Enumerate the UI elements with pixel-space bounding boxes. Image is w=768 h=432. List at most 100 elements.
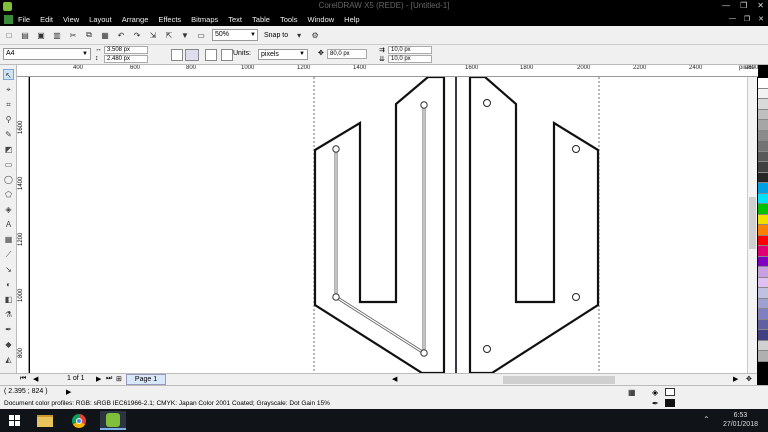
palette-swatch[interactable] [758,340,768,351]
drawing-canvas[interactable] [30,77,747,373]
palette-swatch[interactable] [758,298,768,309]
shape-tool-icon[interactable]: ⌖ [3,84,14,95]
interactive-fill-tool-icon[interactable]: ◭ [3,354,14,365]
color-profiles-text[interactable]: Document color profiles: RGB: sRGB IEC61… [4,400,330,407]
horizontal-scroll-thumb[interactable] [503,376,615,384]
smart-fill-tool-icon[interactable]: ◩ [3,144,14,155]
options-gear-icon[interactable]: ⚙ [310,30,320,40]
palette-swatch[interactable] [758,141,768,152]
palette-swatch[interactable] [758,256,768,267]
fill-color-indicator[interactable] [665,388,675,396]
crop-tool-icon[interactable]: ⌗ [3,99,14,110]
palette-swatch[interactable] [758,246,768,257]
dimension-tool-icon[interactable]: ⟋ [3,249,14,260]
polygon-tool-icon[interactable]: ⬠ [3,189,14,200]
palette-swatch[interactable] [758,78,768,89]
node-handle[interactable] [332,145,340,153]
import-icon[interactable]: ⇲ [148,30,158,40]
save-icon[interactable]: ▣ [36,30,46,40]
export-icon[interactable]: ⇱ [164,30,174,40]
palette-swatch[interactable] [758,151,768,162]
status-expand-arrow[interactable]: ▶ [66,388,71,396]
palette-swatch[interactable] [758,277,768,288]
color-palette[interactable] [758,78,768,373]
palette-swatch[interactable] [758,309,768,320]
menu-file[interactable]: File [18,15,30,24]
coreldraw-taskbar-icon[interactable] [100,411,126,430]
file-explorer-icon[interactable] [32,411,58,430]
table-tool-icon[interactable]: ▦ [3,234,14,245]
eyedropper-tool-icon[interactable]: ⚗ [3,309,14,320]
maximize-button[interactable]: ❐ [740,1,747,10]
zoom-tool-icon[interactable]: ⚲ [3,114,14,125]
menu-table[interactable]: Table [252,15,270,24]
open-icon[interactable]: ▤ [20,30,30,40]
units-select[interactable]: pixels ▼ [258,49,308,60]
paste-icon[interactable]: ▦ [100,30,110,40]
selected-path[interactable] [334,105,426,356]
menu-layout[interactable]: Layout [89,15,112,24]
minimize-button[interactable]: — [722,1,730,10]
current-page-button[interactable] [221,49,233,61]
palette-swatch[interactable] [758,351,768,362]
palette-swatch[interactable] [758,214,768,225]
landscape-button[interactable] [185,49,199,61]
text-tool-icon[interactable]: A [3,219,14,230]
connector-tool-icon[interactable]: ↘ [3,264,14,275]
outline-color-indicator[interactable] [665,399,675,407]
document-icon[interactable] [4,15,13,24]
next-page-button[interactable]: ▶ [96,375,101,383]
add-page-icon[interactable]: ⊞ [116,375,122,383]
duplicate-distance-y-field[interactable]: 10,0 px [388,55,432,63]
duplicate-distance-x-field[interactable]: 10,0 px [388,46,432,54]
palette-swatch[interactable] [758,319,768,330]
menu-window[interactable]: Window [307,15,334,24]
chevron-down-icon[interactable]: ▾ [294,30,304,40]
palette-swatch[interactable] [758,120,768,131]
snap-to-button[interactable]: Snap to [264,32,288,39]
welcome-screen-icon[interactable]: ▭ [196,30,206,40]
copy-icon[interactable]: ⧉ [84,30,94,40]
palette-swatch[interactable] [758,193,768,204]
navigator-icon[interactable]: ✥ [746,375,752,383]
redo-icon[interactable]: ↷ [132,30,142,40]
application-launcher-icon[interactable]: ▼ [180,30,190,40]
scroll-left-button[interactable]: ◀ [392,375,397,383]
cut-icon[interactable]: ✂ [68,30,78,40]
rectangle-tool-icon[interactable]: ▭ [3,159,14,170]
palette-swatch[interactable] [758,288,768,299]
palette-swatch[interactable] [758,330,768,341]
new-document-icon[interactable]: □ [4,30,14,40]
palette-swatch[interactable] [758,267,768,278]
menu-edit[interactable]: Edit [40,15,53,24]
tab-page-1[interactable]: Page 1 [126,374,166,385]
doc-restore-button[interactable]: ❐ [744,15,750,23]
node-handle[interactable] [332,293,340,301]
taskbar-clock[interactable]: 6:53 27/01/2018 [723,411,758,429]
palette-swatch[interactable] [758,88,768,99]
start-button[interactable] [2,411,28,430]
page-height-field[interactable]: 2.480 px [104,55,148,63]
palette-swatch[interactable] [758,109,768,120]
page-width-field[interactable]: 3.508 px [104,46,148,54]
palette-swatch[interactable] [758,225,768,236]
basic-shapes-tool-icon[interactable]: ◈ [3,204,14,215]
palette-swatch[interactable] [758,130,768,141]
horizontal-ruler[interactable]: 400 600 800 1000 1200 1400 1600 1800 200… [17,65,758,77]
palette-swatch[interactable] [758,183,768,194]
node-handle[interactable] [420,349,428,357]
blend-tool-icon[interactable]: ◐ [3,279,14,290]
palette-swatch[interactable] [758,99,768,110]
doc-minimize-button[interactable]: — [729,15,736,23]
menu-help[interactable]: Help [344,15,359,24]
right-shape[interactable] [468,77,600,373]
doc-close-button[interactable]: ✕ [758,15,764,23]
last-page-button[interactable]: ⏭ [106,375,112,383]
undo-icon[interactable]: ↶ [116,30,126,40]
nudge-distance-field[interactable]: 80,0 px [327,49,367,59]
all-pages-button[interactable] [205,49,217,61]
first-page-button[interactable]: ⏮ [20,375,26,383]
vertical-ruler[interactable]: 1600 1400 1200 1000 800 [17,77,29,373]
menu-effects[interactable]: Effects [158,15,181,24]
menu-view[interactable]: View [63,15,79,24]
